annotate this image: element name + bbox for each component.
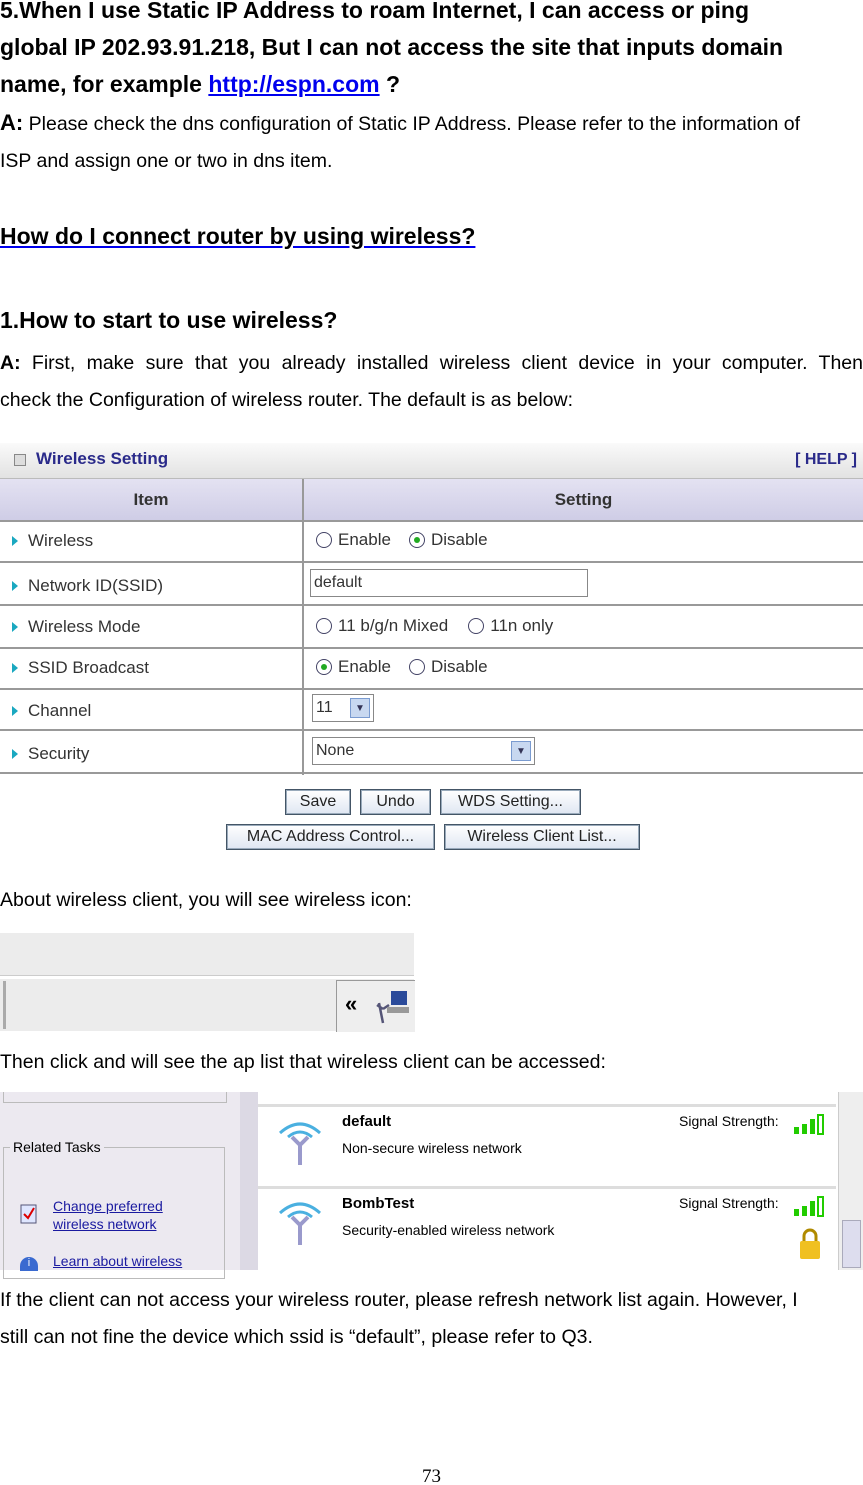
radio-enable[interactable]: [316, 532, 332, 548]
column-divider: [302, 479, 304, 775]
row-label: SSID Broadcast: [12, 658, 149, 678]
wireless-setting-screenshot: Wireless Setting [ HELP ] Item Setting W…: [0, 443, 863, 775]
q5-answer: A: Please check the dns configuration of…: [0, 104, 863, 180]
final-text: If the client can not access your wirele…: [0, 1289, 798, 1311]
security-value: None: [316, 742, 355, 759]
signal-bars-icon: [794, 1114, 824, 1135]
radio-mixed[interactable]: [316, 618, 332, 634]
taskbar-tray-screenshot: «: [0, 933, 415, 1032]
answer-text: Please check the dns configuration of St…: [23, 113, 801, 135]
help-link[interactable]: [ HELP ]: [795, 451, 857, 469]
answer-prefix: A:: [0, 110, 24, 135]
divider: [3, 981, 6, 1029]
chevron-down-icon: ▼: [511, 741, 531, 761]
answer-text: ISP and assign one or two in dns item.: [0, 150, 333, 172]
row-wireless-mode: Wireless Mode 11 b/g/n Mixed 11n only: [0, 606, 863, 649]
wireless-antenna-icon: [278, 1202, 322, 1245]
row-channel: Channel 11 ▼: [0, 688, 863, 731]
radio-enable[interactable]: [316, 659, 332, 675]
espn-link[interactable]: http://espn.com: [208, 71, 379, 97]
q5-title-line: global IP 202.93.91.218, But I can not a…: [0, 34, 784, 60]
radio-label: Disable: [430, 657, 488, 676]
column-header-setting: Setting: [304, 479, 863, 522]
save-button[interactable]: Save: [285, 789, 351, 815]
change-preferred-network-link[interactable]: Change preferred wireless network: [53, 1197, 163, 1233]
network-ssid: BombTest: [342, 1195, 415, 1212]
network-item-default[interactable]: default Non-secure wireless network Sign…: [258, 1104, 836, 1185]
radio-label: 11 b/g/n Mixed: [338, 616, 449, 635]
radio-11n-only[interactable]: [468, 618, 485, 634]
final-text: still can not fine the device which ssid…: [0, 1326, 593, 1348]
row-wireless: Wireless Enable Disable: [0, 520, 863, 563]
wireless-setting-title: Wireless Setting: [36, 449, 169, 468]
network-item-bombtest[interactable]: BombTest Security-enabled wireless netwo…: [258, 1186, 836, 1269]
lock-icon: [800, 1228, 820, 1259]
page-number: 73: [422, 1466, 441, 1485]
undo-button[interactable]: Undo: [360, 789, 431, 815]
radio-disable[interactable]: [408, 659, 425, 675]
wireless-antenna-icon: [278, 1122, 322, 1165]
scrollbar-thumb[interactable]: [842, 1220, 861, 1268]
section-heading: How do I connect router by using wireles…: [0, 223, 476, 249]
row-ssid: Network ID(SSID) default: [0, 563, 863, 606]
radio-label: Disable: [430, 530, 488, 549]
scrollbar[interactable]: [838, 1092, 863, 1270]
channel-value: 11: [316, 699, 333, 716]
radio-label: 11n only: [490, 616, 554, 635]
row-label: Network ID(SSID): [12, 576, 163, 596]
network-description: Security-enabled wireless network: [342, 1222, 555, 1238]
final-paragraph: If the client can not access your wirele…: [0, 1282, 863, 1356]
wireless-network-icon[interactable]: [373, 987, 411, 1025]
wireless-setting-titlebar: Wireless Setting [ HELP ]: [0, 443, 863, 479]
chevron-left-icon[interactable]: «: [345, 991, 357, 1017]
q1-title: 1.How to start to use wireless?: [0, 307, 338, 333]
q5-title-text: name, for example: [0, 71, 209, 97]
radio-label: Enable: [338, 657, 391, 676]
system-tray: «: [336, 980, 415, 1032]
document-page: 5.When I use Static IP Address to roam I…: [0, 0, 863, 1485]
channel-select[interactable]: 11 ▼: [312, 694, 374, 722]
q1-answer: A: First, make sure that you already ins…: [0, 345, 863, 419]
signal-strength-label: Signal Strength:: [679, 1195, 779, 1211]
q5-title-line: name, for example http://espn.com ?: [0, 66, 783, 103]
then-click-text: Then click and will see the ap list that…: [0, 1051, 606, 1073]
row-label: Wireless: [12, 531, 93, 551]
signal-strength-label: Signal Strength:: [679, 1113, 779, 1129]
network-description: Non-secure wireless network: [342, 1140, 522, 1156]
q5-title-text: ?: [379, 71, 401, 97]
ssid-input[interactable]: default: [310, 569, 588, 597]
wireless-network-list-screenshot: Related Tasks Change preferred wireless n…: [0, 1092, 863, 1279]
q5-title: 5.When I use Static IP Address to roam I…: [0, 0, 783, 103]
signal-bars-icon: [794, 1196, 824, 1217]
chevron-down-icon: ▼: [350, 698, 370, 718]
related-tasks-title: Related Tasks: [10, 1139, 104, 1155]
pane-divider: [240, 1092, 259, 1270]
answer-text: First, make sure that you already instal…: [20, 352, 863, 374]
wireless-client-list-button[interactable]: Wireless Client List...: [444, 824, 640, 850]
radio-label: Enable: [338, 530, 391, 549]
row-label: Security: [12, 744, 89, 764]
divider: [0, 975, 414, 979]
wds-setting-button[interactable]: WDS Setting...: [440, 789, 581, 815]
radio-disable[interactable]: [408, 532, 425, 548]
panel-border: [3, 1092, 227, 1103]
answer-prefix: A:: [0, 352, 21, 374]
info-icon: i: [20, 1257, 38, 1271]
column-header-item: Item: [0, 479, 302, 522]
square-bullet-icon: [14, 454, 26, 466]
checklist-icon: [20, 1204, 37, 1224]
row-ssid-broadcast: SSID Broadcast Enable Disable: [0, 647, 863, 690]
row-security: Security None ▼: [0, 731, 863, 774]
security-select[interactable]: None ▼: [312, 737, 535, 765]
network-ssid: default: [342, 1113, 392, 1130]
mac-address-control-button[interactable]: MAC Address Control...: [226, 824, 435, 850]
about-text: About wireless client, you will see wire…: [0, 889, 412, 911]
row-label: Channel: [12, 701, 91, 721]
row-label: Wireless Mode: [12, 617, 140, 637]
q5-title-line: 5.When I use Static IP Address to roam I…: [0, 0, 749, 23]
learn-about-wireless-link[interactable]: Learn about wireless: [53, 1253, 182, 1269]
answer-text: check the Configuration of wireless rout…: [0, 389, 574, 411]
